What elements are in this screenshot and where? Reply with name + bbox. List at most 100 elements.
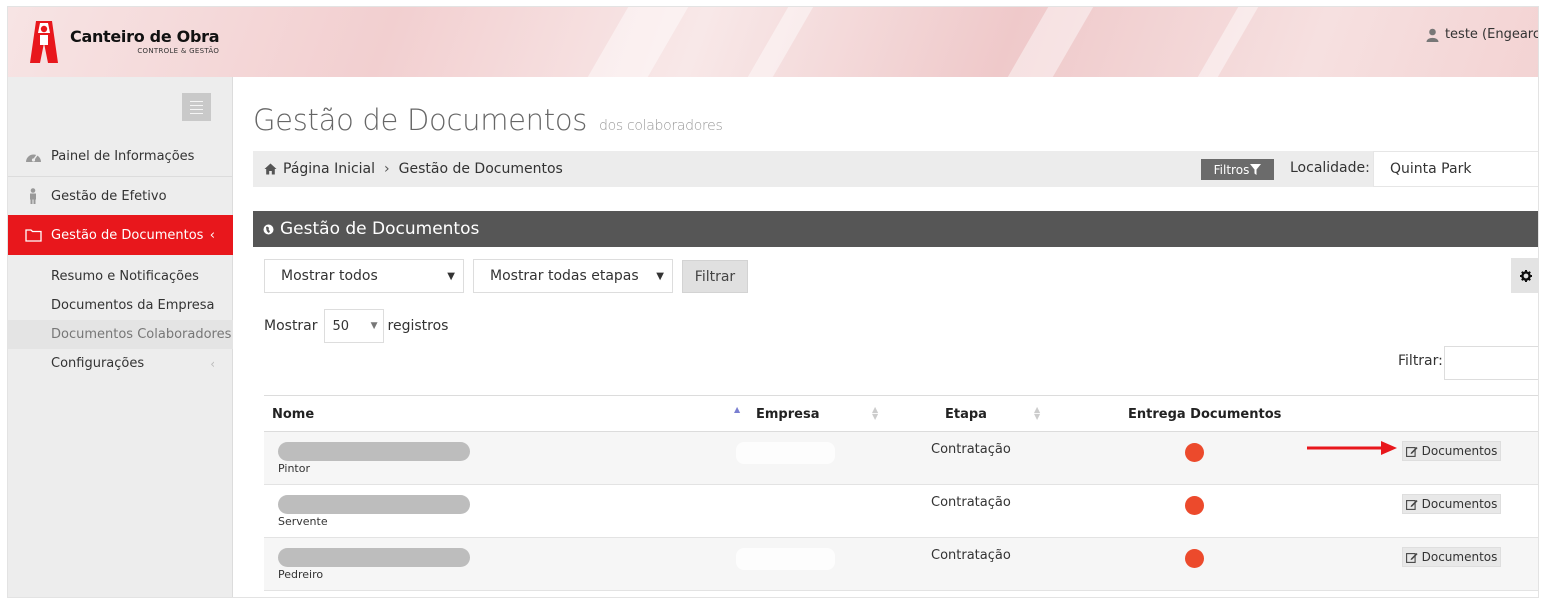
- status-select-value: Mostrar todos: [281, 268, 378, 284]
- sidebar-subitem-resumo[interactable]: Resumo e Notificações: [8, 262, 233, 291]
- stage-select[interactable]: Mostrar todas etapas ▼: [473, 259, 673, 293]
- table-row: Pedreiro Contratação Documentos: [264, 538, 1538, 591]
- status-select[interactable]: Mostrar todos ▼: [264, 259, 464, 293]
- location-select-value: Quinta Park: [1390, 161, 1472, 177]
- sort-icon: ▲ ▼: [872, 405, 879, 421]
- table-row: Servente Contratação Documentos: [264, 485, 1538, 538]
- documentos-button[interactable]: Documentos: [1402, 547, 1501, 567]
- sidebar-subitem-label: Configurações: [51, 356, 145, 371]
- header-decoration: [1197, 7, 1259, 77]
- column-header-nome[interactable]: Nome: [272, 407, 314, 422]
- chevron-left-icon: ‹: [210, 356, 215, 371]
- redacted-name: [278, 495, 470, 514]
- redacted-name: [278, 442, 470, 461]
- panel-header: Gestão de Documentos: [253, 211, 1538, 247]
- sidebar-subitem-documentos-empresa[interactable]: Documentos da Empresa: [8, 291, 233, 320]
- sort-asc-icon: ▲: [734, 405, 741, 414]
- header-decoration: [747, 7, 814, 77]
- sidebar-subitem-label: Resumo e Notificações: [51, 269, 199, 284]
- worker-logo-icon: [28, 19, 60, 63]
- worker-role: Servente: [278, 515, 328, 528]
- table-header: Nome ▲ Empresa ▲ ▼ Etapa ▲ ▼ Entrega Docum…: [264, 396, 1538, 432]
- redacted-company: [736, 442, 835, 464]
- sidebar-item-label: Painel de Informações: [51, 149, 195, 164]
- filtros-button[interactable]: Filtros: [1201, 159, 1274, 180]
- sidebar-item-painel[interactable]: Painel de Informações: [8, 137, 233, 176]
- filtrar-button-label: Filtrar: [694, 268, 736, 285]
- status-dot: [1185, 443, 1204, 462]
- status-dot: [1185, 549, 1204, 568]
- sidebar-item-documentos[interactable]: Gestão de Documentos ‹: [8, 215, 233, 255]
- gear-icon: [1519, 269, 1532, 282]
- documentos-button-label: Documentos: [1421, 444, 1498, 458]
- etapa-value: Contratação: [931, 495, 1011, 510]
- main-content: Gestão de Documentos dos colaboradores P…: [234, 77, 1538, 597]
- etapa-value: Contratação: [931, 548, 1011, 563]
- page-subtitle: dos colaboradores: [599, 118, 723, 134]
- search-label: Filtrar:: [1398, 353, 1443, 369]
- sidebar-subitem-configuracoes[interactable]: Configurações ‹: [8, 349, 233, 378]
- breadcrumb: Página Inicial › Gestão de Documentos Fi…: [253, 151, 1538, 187]
- user-icon: [1426, 28, 1439, 42]
- logo-subtitle: CONTROLE & GESTÃO: [137, 47, 220, 55]
- sidebar-item-label: Gestão de Documentos: [51, 227, 204, 243]
- table-row: Pintor Contratação Documentos: [264, 432, 1538, 485]
- person-icon: [23, 188, 43, 204]
- page-length-control: Mostrar 50 ▼ registros: [264, 309, 448, 343]
- search-input[interactable]: [1444, 346, 1538, 380]
- app-window: Canteiro de Obra CONTROLE & GESTÃO teste…: [7, 6, 1539, 598]
- sidebar-toggle-button[interactable]: [182, 93, 211, 121]
- chevron-left-icon: ‹: [209, 227, 215, 243]
- documents-table: Nome ▲ Empresa ▲ ▼ Etapa ▲ ▼ Entrega Docum…: [264, 395, 1538, 591]
- page-length-select[interactable]: 50 ▼: [323, 309, 384, 343]
- dashboard-icon: [23, 150, 43, 163]
- breadcrumb-current: Gestão de Documentos: [398, 161, 563, 177]
- location-label: Localidade:: [1290, 160, 1370, 176]
- top-header: Canteiro de Obra CONTROLE & GESTÃO teste…: [8, 7, 1539, 77]
- edit-icon: [1405, 552, 1418, 563]
- column-header-empresa[interactable]: Empresa: [756, 407, 819, 422]
- edit-icon: [1405, 446, 1418, 457]
- redacted-company: [736, 548, 835, 570]
- user-name: teste (Engearc: [1444, 27, 1539, 42]
- dropdown-caret-icon: ▼: [656, 270, 664, 282]
- documentos-button-label: Documentos: [1421, 497, 1498, 511]
- page-title: Gestão de Documentos dos colaboradores: [253, 103, 723, 137]
- settings-button[interactable]: [1511, 258, 1538, 293]
- column-header-etapa[interactable]: Etapa: [945, 407, 987, 422]
- location-select[interactable]: Quinta Park: [1373, 151, 1538, 187]
- redacted-name: [278, 548, 470, 567]
- worker-role: Pintor: [278, 462, 310, 475]
- records-label: registros: [387, 318, 449, 334]
- sidebar-subitem-label: Documentos Colaboradores: [51, 327, 232, 342]
- folder-icon: [23, 228, 43, 242]
- sidebar-item-label: Gestão de Efetivo: [51, 188, 167, 204]
- sort-icon: ▲ ▼: [1034, 405, 1041, 421]
- breadcrumb-home-link[interactable]: Página Inicial: [283, 161, 375, 177]
- header-decoration: [1007, 7, 1094, 77]
- panel-title: Gestão de Documentos: [280, 219, 480, 239]
- page-length-value: 50: [332, 318, 350, 334]
- documentos-button[interactable]: Documentos: [1402, 441, 1501, 461]
- app-logo[interactable]: Canteiro de Obra CONTROLE & GESTÃO: [28, 19, 219, 63]
- header-decoration: [587, 7, 689, 77]
- sidebar-item-efetivo[interactable]: Gestão de Efetivo: [8, 176, 233, 215]
- etapa-value: Contratação: [931, 442, 1011, 457]
- home-icon[interactable]: [264, 163, 277, 175]
- globe-icon: [263, 224, 274, 235]
- filtrar-button[interactable]: Filtrar: [682, 260, 748, 293]
- sidebar-subitem-documentos-colaboradores[interactable]: Documentos Colaboradores: [8, 320, 233, 349]
- edit-icon: [1405, 499, 1418, 510]
- sidebar-subitem-label: Documentos da Empresa: [51, 298, 215, 313]
- documentos-button[interactable]: Documentos: [1402, 494, 1501, 514]
- filtros-button-label: Filtros: [1213, 162, 1250, 177]
- dropdown-caret-icon: ▼: [370, 321, 378, 331]
- sidebar: Painel de Informações Gestão de Efetivo …: [8, 77, 233, 597]
- column-header-entrega: Entrega Documentos: [1128, 407, 1282, 422]
- dropdown-caret-icon: ▼: [447, 270, 455, 282]
- user-menu[interactable]: teste (Engearc: [1426, 27, 1539, 42]
- worker-role: Pedreiro: [278, 568, 324, 581]
- annotation-arrow-icon: [1307, 441, 1397, 455]
- status-dot: [1185, 496, 1204, 515]
- logo-title: Canteiro de Obra: [70, 27, 220, 46]
